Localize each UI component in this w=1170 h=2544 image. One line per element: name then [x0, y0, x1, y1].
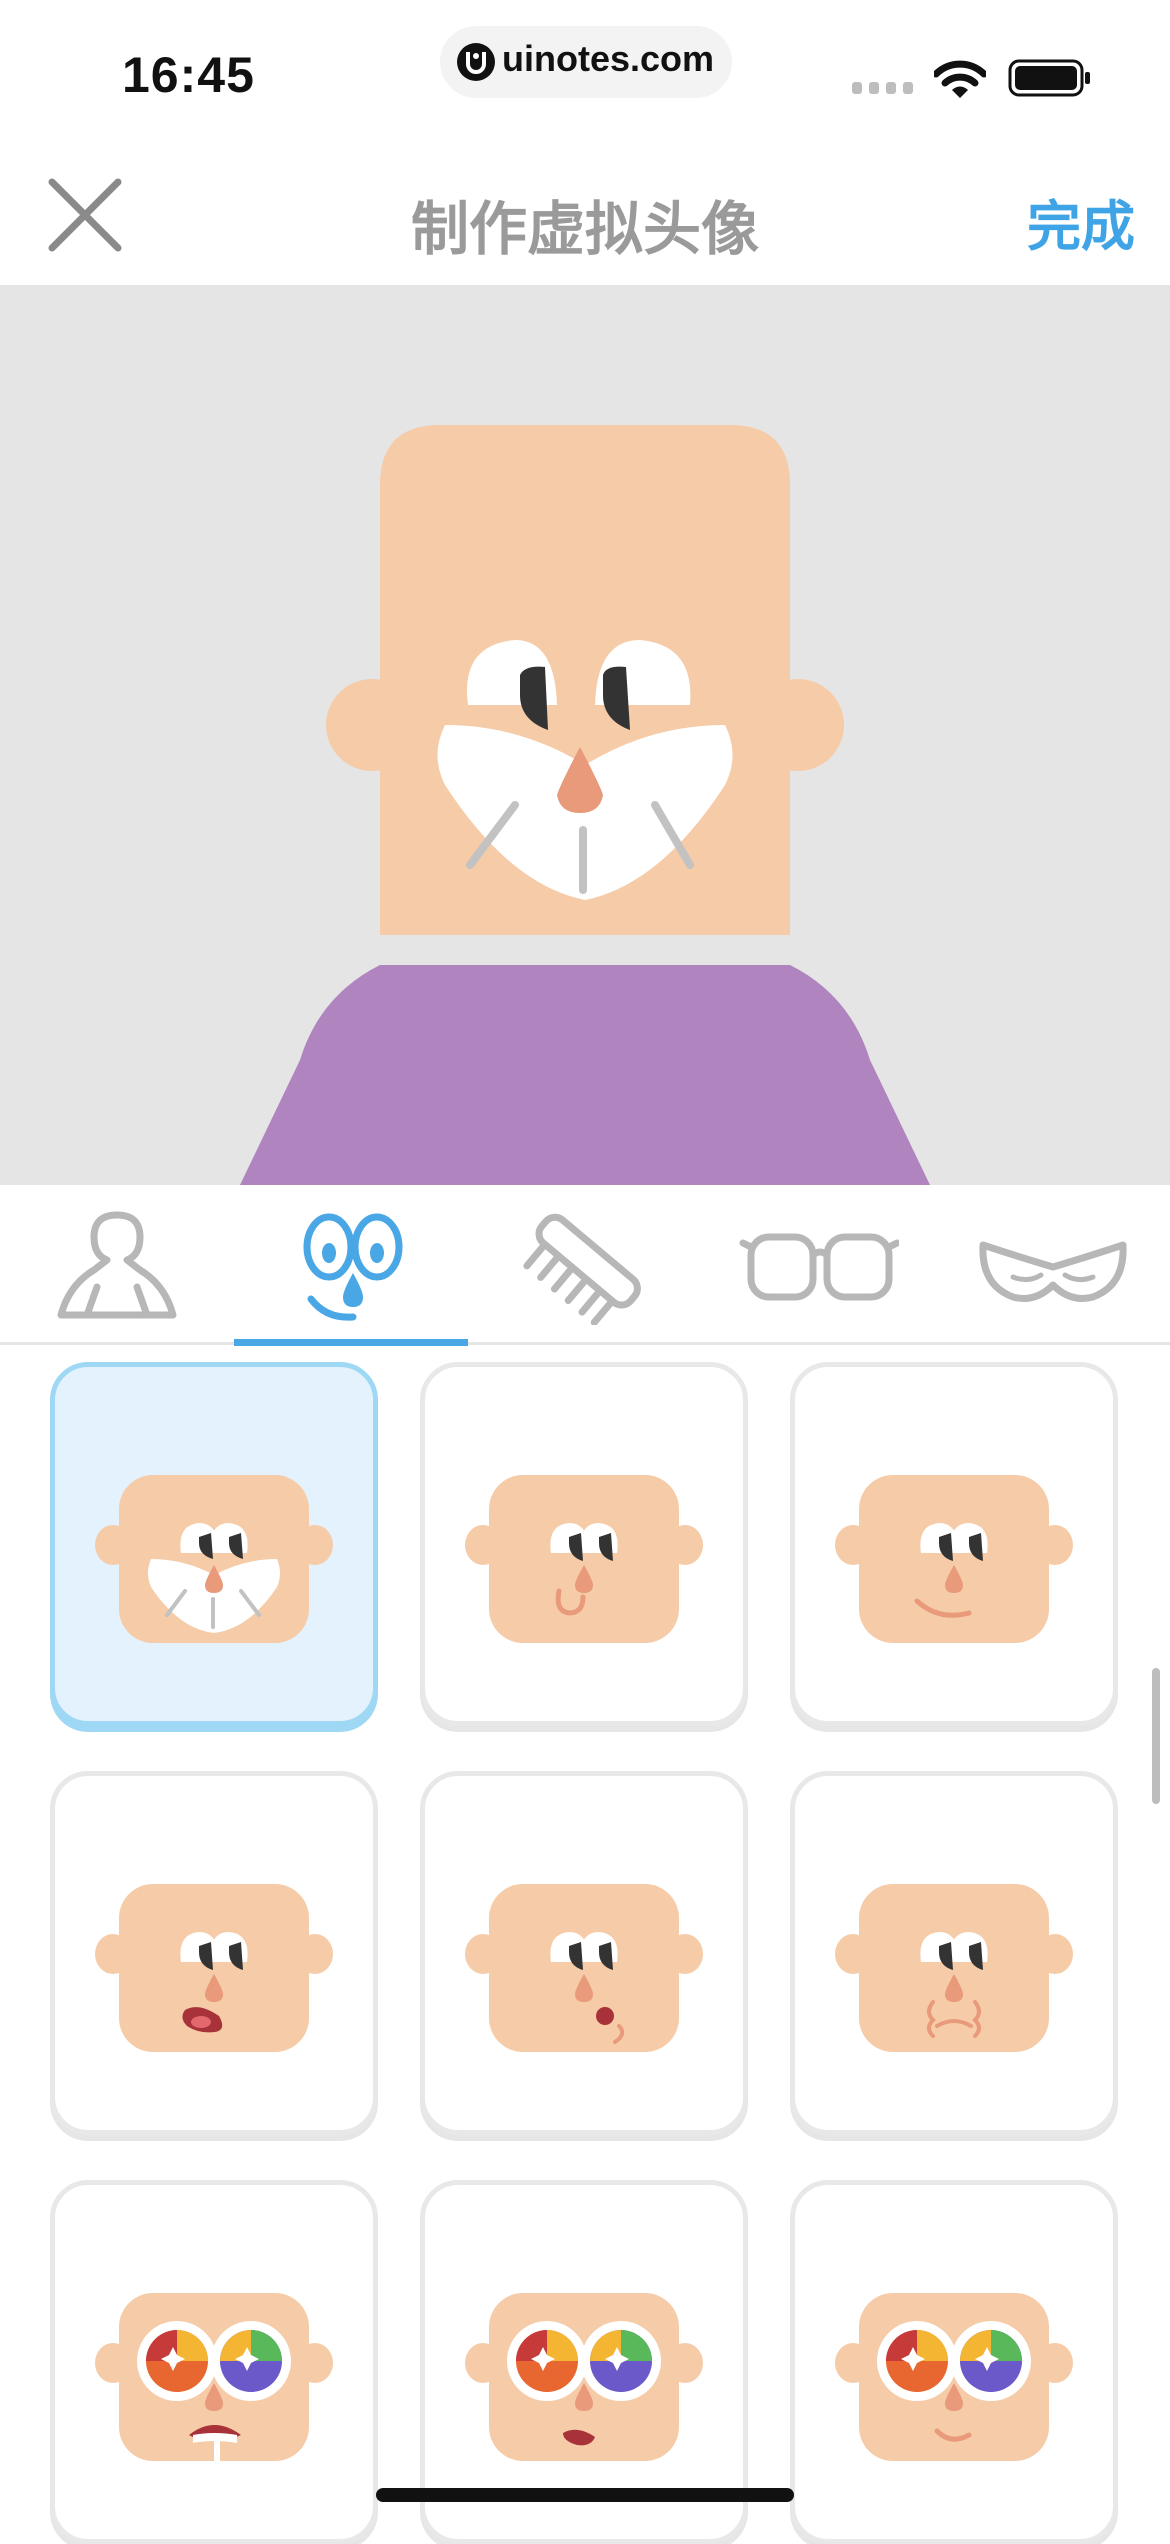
category-tabs: [0, 1185, 1170, 1345]
glasses-icon[interactable]: [739, 1205, 899, 1325]
close-icon[interactable]: [40, 170, 130, 260]
face-icon[interactable]: [271, 1205, 431, 1325]
mustache-icon[interactable]: [973, 1205, 1133, 1325]
avatar-face-whistle: [465, 1884, 703, 2052]
avatar-preview: [0, 285, 1170, 1185]
option-card-smirk[interactable]: [420, 1362, 748, 1726]
avatar-face-rainbow-eyes-smile: [835, 2293, 1073, 2461]
body-icon[interactable]: [37, 1205, 197, 1325]
comb-icon[interactable]: [505, 1205, 665, 1325]
scrollbar[interactable]: [1152, 1668, 1160, 1804]
status-time: 16:45: [122, 47, 255, 103]
page-title: 制作虚拟头像: [410, 197, 759, 262]
avatar-face-rainbow-eyes-drool: [95, 2293, 333, 2464]
avatar-face-rainbow-eyes-tongue: [465, 2293, 703, 2461]
option-card-big-grin[interactable]: [50, 1362, 378, 1726]
avatar-face-smirk: [465, 1475, 703, 1643]
avatar-face-tongue-out: [95, 1884, 333, 2052]
signal-icon: [852, 82, 913, 94]
avatar-face-big-grin: [95, 1475, 333, 1643]
url-text[interactable]: uinotes.com: [502, 38, 714, 80]
avatar-face-smile: [835, 1475, 1073, 1643]
site-logo-icon: [457, 43, 495, 81]
option-card-whistle[interactable]: [420, 1771, 748, 2135]
battery-icon: [1008, 59, 1090, 97]
avatar-illustration: [240, 425, 930, 1185]
avatar-face-puffed-cheeks: [835, 1884, 1073, 2052]
done-button[interactable]: 完成: [985, 182, 1135, 261]
option-card-smile[interactable]: [790, 1362, 1118, 1726]
option-card-puffed-cheeks[interactable]: [790, 1771, 1118, 2135]
option-card-tongue-out[interactable]: [50, 1771, 378, 2135]
active-tab-indicator: [234, 1339, 468, 1346]
option-card-rainbow-eyes-drool[interactable]: [50, 2180, 378, 2544]
wifi-icon: [934, 60, 986, 98]
option-card-rainbow-eyes-smile[interactable]: [790, 2180, 1118, 2544]
home-indicator[interactable]: [376, 2488, 794, 2502]
